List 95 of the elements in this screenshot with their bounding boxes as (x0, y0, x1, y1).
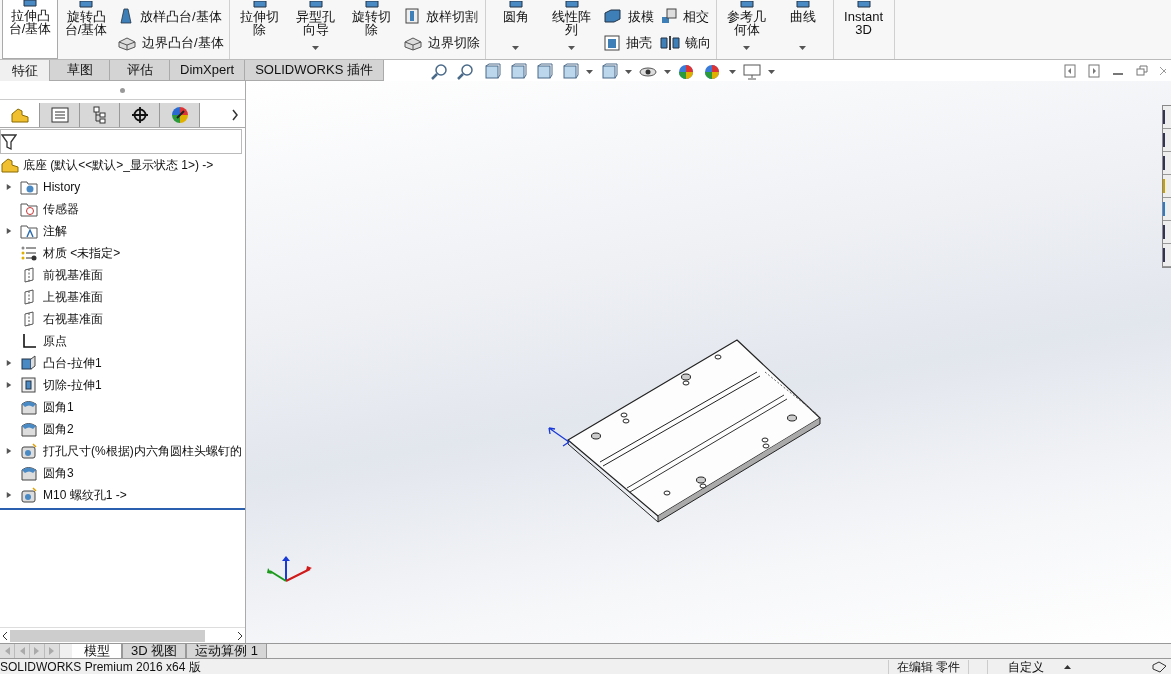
expand-arrow-icon[interactable] (6, 183, 12, 191)
intersect-icon (659, 7, 678, 26)
caret-up-icon (1064, 664, 1071, 669)
caret-icon (624, 70, 632, 74)
tree-item[interactable]: 注解 (43, 222, 67, 240)
ribbon-button[interactable]: Instant3D (835, 0, 892, 59)
ribbon-button[interactable]: 曲线 (774, 0, 831, 59)
tree-item[interactable]: 原点 (43, 332, 67, 350)
command-tab[interactable]: DimXpert (170, 60, 246, 81)
tree-item[interactable]: 打孔尺寸(%根据)内六角圆柱头螺钉的 (43, 442, 242, 460)
chevron-right-icon[interactable] (235, 630, 245, 641)
chevron-left-icon[interactable] (0, 630, 10, 641)
model-tab[interactable]: 3D 视图 (122, 644, 187, 658)
caret-icon (585, 70, 593, 74)
crosshair-icon (130, 106, 149, 124)
list-icon (50, 107, 69, 123)
expand-arrow-icon[interactable] (6, 227, 12, 235)
caret-icon (663, 70, 671, 74)
tree-item[interactable]: 上视基准面 (43, 288, 103, 306)
tree-item[interactable]: 圆角2 (43, 420, 74, 438)
feature-icon (76, 1, 96, 9)
ribbon-button[interactable]: 镜向 (659, 33, 711, 53)
fillet-icon (20, 421, 38, 437)
command-tab[interactable]: SOLIDWORKS 插件 (245, 60, 384, 81)
caret-icon (728, 70, 736, 74)
close-icon[interactable] (1160, 64, 1166, 78)
tree-icon (91, 106, 108, 124)
tree-item[interactable]: 传感器 (43, 200, 79, 218)
feature-icon (20, 0, 40, 8)
ribbon-button[interactable]: 旋转凸台/基体 (58, 0, 114, 59)
cut-icon (402, 7, 421, 26)
ribbon-button[interactable]: 参考几何体 (718, 0, 775, 59)
material-icon (20, 245, 38, 261)
tree-item[interactable]: 切除-拉伸1 (43, 376, 102, 394)
ribbon-button[interactable]: 放样切割 (402, 6, 480, 26)
extrude-icon (20, 355, 38, 371)
restore-icon[interactable] (1136, 64, 1148, 78)
command-tab[interactable]: 草图 (50, 60, 110, 81)
units-dropdown[interactable]: 自定义 (987, 659, 1091, 674)
draft-icon (602, 8, 623, 25)
origin-icon (20, 333, 38, 349)
panel-tab[interactable] (160, 103, 200, 127)
cut-icon (20, 377, 38, 393)
annotation-folder-icon (20, 223, 38, 239)
edit-mode-status: 在编辑 零件 (887, 659, 969, 674)
hole-icon (20, 443, 38, 459)
fillet-icon (20, 465, 38, 481)
previous-panel-icon[interactable] (1064, 64, 1076, 78)
ribbon-button[interactable]: 异型孔向导 (287, 0, 344, 59)
filter-field[interactable] (0, 129, 242, 154)
expand-arrow-icon[interactable] (6, 359, 12, 367)
ribbon-button[interactable]: 边界切除 (402, 33, 480, 53)
ribbon-button[interactable]: 边界凸台/基体 (117, 33, 224, 53)
ribbon-button[interactable]: 拔模 (602, 6, 654, 26)
tree-item[interactable]: 前视基准面 (43, 266, 103, 284)
tree-root-label[interactable]: 底座 (默认<<默认>_显示状态 1>) -> (23, 156, 214, 174)
model-tab[interactable]: 模型 (72, 644, 122, 658)
tree-item[interactable]: 材质 <未指定> (43, 244, 121, 262)
horizontal-scrollbar[interactable] (0, 627, 245, 643)
ribbon-button[interactable]: 旋转切除 (343, 0, 400, 59)
next-panel-icon[interactable] (1088, 64, 1100, 78)
tree-item[interactable]: 右视基准面 (43, 310, 103, 328)
ribbon-button[interactable]: 拉伸切除 (231, 0, 288, 59)
monitor-icon[interactable] (741, 63, 762, 81)
grip-icon[interactable] (120, 87, 125, 93)
tree-item[interactable]: 圆角3 (43, 464, 74, 482)
tree-item[interactable]: History (43, 178, 81, 196)
ribbon-button[interactable]: 放样凸台/基体 (117, 6, 224, 26)
ribbon-button[interactable]: 圆角 (487, 0, 544, 59)
caret-icon (767, 70, 775, 74)
panel-tab[interactable] (80, 103, 120, 127)
ribbon-button[interactable]: 抽壳 (602, 33, 654, 53)
history-folder-icon (20, 179, 38, 195)
ribbon-button[interactable]: 线性阵列 (543, 0, 600, 59)
model-tab[interactable]: 运动算例 1 (186, 644, 268, 658)
ribbon-button[interactable]: 相交 (659, 6, 711, 26)
expand-arrow-icon[interactable] (6, 381, 12, 389)
fillet-icon (20, 399, 38, 415)
shell-icon (602, 33, 621, 52)
command-tab[interactable]: 评估 (110, 60, 170, 81)
hole-icon (20, 487, 38, 503)
zoom-fit-icon[interactable] (429, 63, 450, 81)
ribbon-button[interactable]: 拉伸凸台/基体 (2, 0, 58, 59)
tree-item[interactable]: 圆角1 (43, 398, 74, 416)
panel-tab[interactable] (120, 103, 160, 127)
expand-arrow-icon[interactable] (6, 491, 12, 499)
expand-arrow-icon[interactable] (6, 447, 12, 455)
product-status: SOLIDWORKS Premium 2016 x64 版 (0, 659, 201, 674)
loft-icon (117, 7, 135, 26)
zoom-area-icon[interactable] (455, 63, 476, 81)
tree-item[interactable]: 凸台-拉伸1 (43, 354, 102, 372)
color-ball-icon (170, 106, 189, 124)
tree-item[interactable]: M10 螺纹孔1 -> (43, 486, 127, 504)
gauge-folder-icon (20, 201, 38, 217)
mirror-icon (659, 34, 680, 51)
